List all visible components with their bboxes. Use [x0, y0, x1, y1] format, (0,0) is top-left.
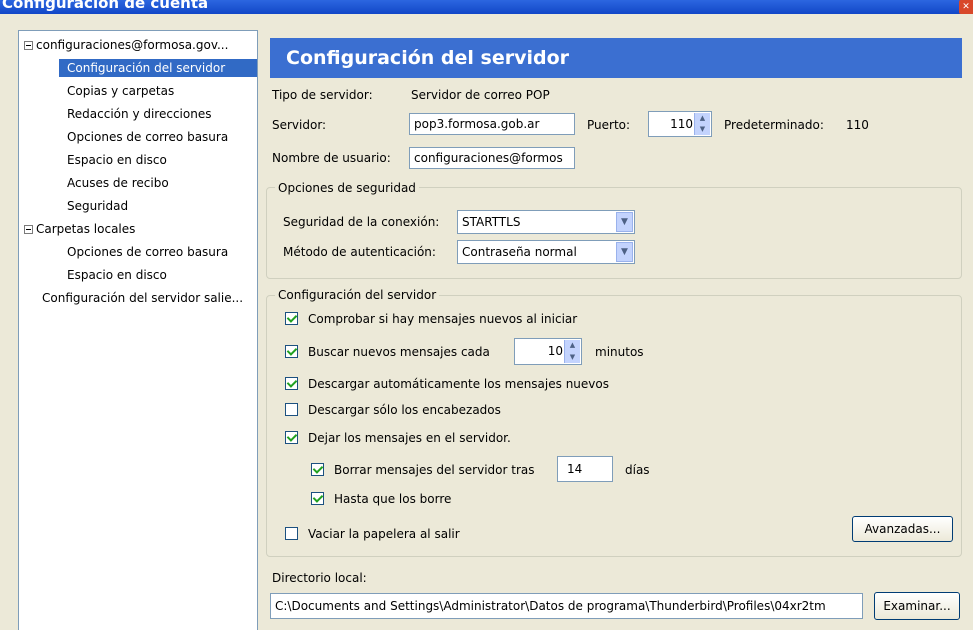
auto-download-checkbox[interactable] [285, 377, 298, 390]
tree-item-composition[interactable]: Redacción y direcciones [67, 105, 211, 123]
port-label: Puerto: [587, 118, 631, 132]
port-value: 110 [670, 117, 693, 131]
check-interval-value: 10 [547, 344, 563, 358]
check-new-checkbox[interactable] [285, 312, 298, 325]
tree-item-local-disk-space[interactable]: Espacio en disco [67, 266, 167, 284]
server-type-label: Tipo de servidor: [272, 88, 373, 102]
browse-button[interactable]: Examinar... [874, 592, 960, 620]
close-icon[interactable]: ✕ [959, 0, 973, 14]
window-title: Configuración de cuenta [2, 0, 209, 12]
down-arrow-icon[interactable]: ▼ [565, 352, 580, 364]
auto-download-label[interactable]: Descargar automáticamente los mensajes n… [308, 376, 609, 392]
up-arrow-icon[interactable]: ▲ [695, 113, 710, 124]
tree-item-receipts[interactable]: Acuses de recibo [67, 174, 169, 192]
tree-item-disk-space[interactable]: Espacio en disco [67, 151, 167, 169]
check-every-checkbox[interactable] [285, 345, 298, 358]
auth-method-label: Método de autenticación: [283, 245, 436, 259]
collapse-icon[interactable] [24, 41, 33, 50]
empty-trash-label[interactable]: Vaciar la papelera al salir [308, 526, 460, 542]
server-settings-legend: Configuración del servidor [275, 288, 440, 302]
connection-security-label: Seguridad de la conexión: [283, 215, 440, 229]
advanced-button[interactable]: Avanzadas... [852, 516, 953, 542]
security-options-legend: Opciones de seguridad [275, 181, 419, 195]
headers-only-label[interactable]: Descargar sólo los encabezados [308, 402, 501, 418]
tree-item-server-settings[interactable]: Configuración del servidor [59, 59, 257, 77]
tree-item-local-folders[interactable]: Carpetas locales [36, 220, 135, 238]
chevron-down-icon[interactable]: ▼ [616, 242, 633, 262]
tree-item-copies-folders[interactable]: Copias y carpetas [67, 82, 174, 100]
until-delete-label[interactable]: Hasta que los borre [334, 491, 451, 507]
days-label: días [625, 463, 650, 477]
account-tree: configuraciones@formosa.gov... Configura… [18, 30, 258, 630]
auth-method-select[interactable]: Contraseña normal ▼ [457, 240, 635, 264]
server-input[interactable]: pop3.formosa.gob.ar [409, 113, 575, 135]
server-label: Servidor: [272, 118, 327, 132]
collapse-icon[interactable] [24, 225, 33, 234]
tree-item-junk[interactable]: Opciones de correo basura [67, 128, 228, 146]
tree-item-account[interactable]: configuraciones@formosa.gov... [36, 36, 228, 54]
default-port-label: Predeterminado: [724, 118, 824, 132]
delete-after-checkbox[interactable] [311, 463, 324, 476]
port-spinner[interactable]: 110 ▲ ▼ [648, 111, 712, 137]
delete-after-days-input[interactable]: 14 [557, 456, 613, 482]
leave-on-server-checkbox[interactable] [285, 431, 298, 444]
page-title: Configuración del servidor [270, 38, 962, 78]
check-new-label[interactable]: Comprobar si hay mensajes nuevos al inic… [308, 311, 577, 327]
username-input[interactable]: configuraciones@formos [409, 147, 575, 169]
username-label: Nombre de usuario: [272, 151, 391, 165]
default-port-value: 110 [846, 118, 869, 132]
chevron-down-icon[interactable]: ▼ [616, 212, 633, 232]
title-bar: Configuración de cuenta ✕ [0, 0, 973, 14]
tree-item-outgoing-server[interactable]: Configuración del servidor salie... [42, 289, 243, 307]
tree-item-security[interactable]: Seguridad [67, 197, 128, 215]
local-dir-input[interactable]: C:\Documents and Settings\Administrator\… [270, 593, 863, 619]
down-arrow-icon[interactable]: ▼ [695, 124, 710, 135]
tree-item-local-junk[interactable]: Opciones de correo basura [67, 243, 228, 261]
leave-on-server-label[interactable]: Dejar los mensajes en el servidor. [308, 430, 511, 446]
minutes-label: minutos [595, 345, 644, 359]
empty-trash-checkbox[interactable] [285, 527, 298, 540]
server-type-value: Servidor de correo POP [411, 88, 550, 102]
up-arrow-icon[interactable]: ▲ [565, 340, 580, 352]
check-every-label[interactable]: Buscar nuevos mensajes cada [308, 344, 490, 360]
delete-after-label[interactable]: Borrar mensajes del servidor tras [334, 462, 535, 478]
check-interval-spinner[interactable]: 10 ▲ ▼ [514, 338, 582, 365]
headers-only-checkbox[interactable] [285, 403, 298, 416]
connection-security-select[interactable]: STARTTLS ▼ [457, 210, 635, 234]
until-delete-checkbox[interactable] [311, 492, 324, 505]
local-dir-label: Directorio local: [272, 571, 367, 585]
